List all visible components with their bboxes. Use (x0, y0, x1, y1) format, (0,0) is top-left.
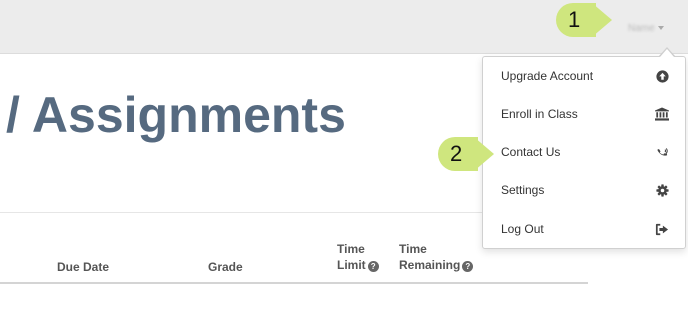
page-title: / Assignments (6, 87, 346, 143)
divider (0, 212, 482, 213)
question-circle-icon[interactable]: ? (462, 261, 474, 272)
menu-item-label: Log Out (501, 222, 544, 236)
upload-circle-icon (655, 69, 669, 83)
column-header-line: Time (399, 242, 427, 256)
caret-down-icon (657, 26, 664, 30)
question-circle-icon[interactable]: ? (367, 261, 379, 272)
user-dropdown-menu: Upgrade Account Enroll in Class Contact … (482, 56, 686, 249)
column-header-grade[interactable]: Grade (208, 259, 243, 275)
column-header-time-limit[interactable]: Time Limit? (337, 241, 379, 273)
menu-item-enroll-in-class[interactable]: Enroll in Class (483, 95, 685, 133)
menu-item-label: Contact Us (501, 145, 561, 159)
menu-item-contact-us[interactable]: Contact Us (483, 133, 685, 171)
gear-icon (655, 183, 669, 197)
step-number: 2 (450, 141, 463, 166)
step-callout-1: 1 (556, 3, 612, 37)
menu-item-label: Enroll in Class (501, 107, 578, 121)
column-header-line: Remaining (399, 258, 461, 272)
menu-item-log-out[interactable]: Log Out (483, 210, 685, 248)
menu-item-settings[interactable]: Settings (483, 171, 685, 209)
column-header-line: Limit (337, 258, 366, 272)
user-menu-toggle[interactable]: Name (628, 18, 676, 38)
dropdown-pointer-fill (660, 49, 674, 57)
menu-item-label: Upgrade Account (501, 69, 594, 83)
menu-item-label: Settings (501, 183, 545, 197)
sign-out-icon (655, 222, 669, 236)
user-name[interactable]: Name (628, 23, 655, 34)
table-header-rule (0, 282, 588, 284)
phone-volume-icon (655, 145, 669, 159)
column-header-time-remaining[interactable]: Time Remaining? (399, 241, 474, 273)
step-number: 1 (568, 7, 581, 32)
column-header-line: Time (337, 242, 365, 256)
step-callout-2: 2 (438, 137, 494, 171)
institution-icon (655, 107, 669, 121)
column-header-due-date[interactable]: Due Date (57, 259, 109, 275)
menu-item-upgrade-account[interactable]: Upgrade Account (483, 57, 685, 95)
